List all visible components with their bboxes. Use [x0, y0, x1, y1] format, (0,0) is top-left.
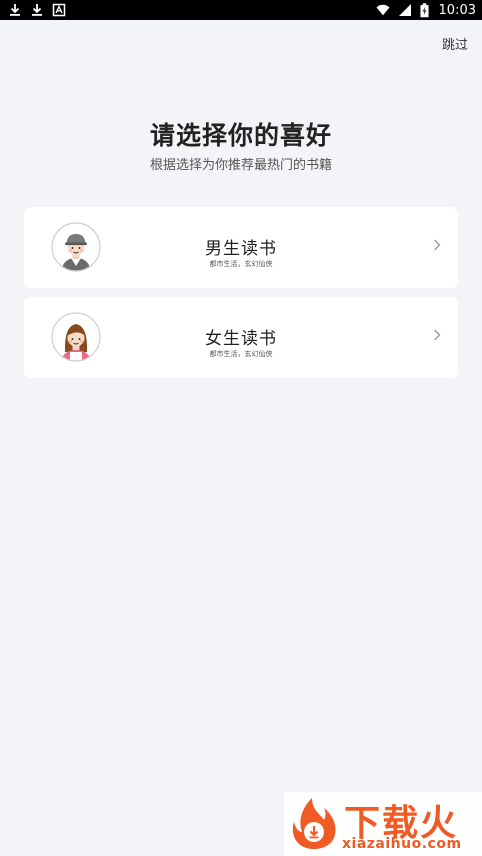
- battery-icon: [419, 2, 429, 17]
- status-bar-left: [8, 3, 66, 17]
- option-title: 男生读书: [205, 239, 277, 259]
- status-time: 10:03: [438, 2, 476, 18]
- watermark: 下载火 xiazaihuo.com: [284, 792, 482, 856]
- chevron-right-icon: [434, 329, 441, 341]
- status-bar-right: 10:03: [375, 2, 476, 18]
- status-bar: 10:03: [0, 0, 482, 20]
- female-reading-option[interactable]: 女生读书 都市生活，玄幻仙侠: [24, 297, 458, 378]
- option-title: 女生读书: [205, 329, 277, 349]
- male-reading-option[interactable]: 男生读书 都市生活，玄幻仙侠: [24, 207, 458, 288]
- page-title: 请选择你的喜好: [149, 121, 332, 150]
- download-icon: [32, 4, 42, 16]
- option-subtitle: 都市生活，玄幻仙侠: [209, 350, 273, 358]
- signal-icon: [398, 4, 411, 16]
- option-subtitle: 都市生活，玄幻仙侠: [209, 260, 273, 268]
- wifi-icon: [375, 4, 390, 16]
- download-icon: [10, 4, 20, 16]
- watermark-domain: xiazaihuo.com: [342, 836, 462, 852]
- chevron-right-icon: [434, 239, 441, 251]
- skip-button[interactable]: 跳过: [442, 34, 468, 53]
- flame-logo-icon: [292, 798, 336, 849]
- notification-icon: [52, 3, 66, 17]
- page-subtitle: 根据选择为你推荐最热门的书籍: [149, 158, 332, 173]
